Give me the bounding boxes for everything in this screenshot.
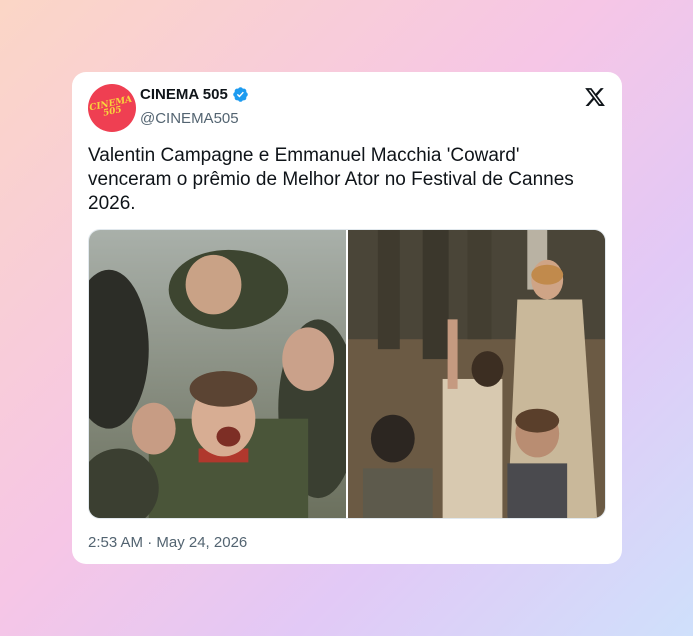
avatar-logo: CINEMA 505 <box>88 94 134 119</box>
photo-2-illustration <box>348 230 605 518</box>
avatar[interactable]: CINEMA 505 <box>88 84 136 132</box>
tweet-card: CINEMA 505 CINEMA 505 @CINEMA505 Valenti… <box>72 72 622 564</box>
photo-1-illustration <box>89 230 346 518</box>
x-logo-icon[interactable] <box>584 86 606 108</box>
display-name[interactable]: CINEMA 505 <box>140 86 228 103</box>
verified-badge-icon <box>233 87 248 102</box>
author-handle[interactable]: @CINEMA505 <box>140 110 239 127</box>
tweet-text: Valentin Campagne e Emmanuel Macchia 'Co… <box>88 145 574 214</box>
media-photo-2[interactable] <box>348 230 605 518</box>
tweet-timestamp[interactable]: 2:53 AM · May 24, 2026 <box>88 534 247 551</box>
media-photo-1[interactable] <box>89 230 346 518</box>
media-grid <box>88 229 606 519</box>
author-name-row: CINEMA 505 <box>140 86 249 103</box>
